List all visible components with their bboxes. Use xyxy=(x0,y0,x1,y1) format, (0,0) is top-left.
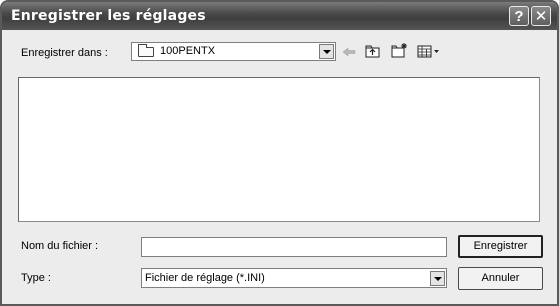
current-folder: 100PENTX xyxy=(160,45,216,57)
close-button[interactable]: ✕ xyxy=(531,6,551,26)
filetype-dropdown[interactable]: Fichier de réglage (*.INI) xyxy=(141,268,447,288)
title-bar[interactable]: Enregistrer les réglages ? ✕ xyxy=(2,2,557,30)
file-list[interactable] xyxy=(18,77,540,222)
save-in-label: Enregistrer dans : xyxy=(21,47,108,59)
chevron-down-icon[interactable] xyxy=(430,271,445,286)
folder-icon xyxy=(138,44,154,57)
new-folder-icon[interactable] xyxy=(391,42,409,59)
filename-label: Nom du fichier : xyxy=(21,240,99,252)
save-in-dropdown[interactable]: 100PENTX xyxy=(131,42,336,61)
filename-input[interactable] xyxy=(141,237,447,257)
view-menu-icon[interactable] xyxy=(417,45,441,58)
help-button[interactable]: ? xyxy=(509,6,529,26)
chevron-down-icon[interactable] xyxy=(319,44,334,59)
filetype-selected: Fichier de réglage (*.INI) xyxy=(145,272,265,284)
save-button[interactable]: Enregistrer xyxy=(458,235,543,258)
cancel-button[interactable]: Annuler xyxy=(458,267,543,290)
save-settings-dialog: Enregistrer les réglages ? ✕ Enregistrer… xyxy=(0,0,559,306)
up-folder-icon[interactable] xyxy=(365,44,381,59)
filetype-label: Type : xyxy=(21,272,51,284)
dialog-title: Enregistrer les réglages xyxy=(11,8,206,24)
back-arrow-icon[interactable] xyxy=(342,46,356,58)
